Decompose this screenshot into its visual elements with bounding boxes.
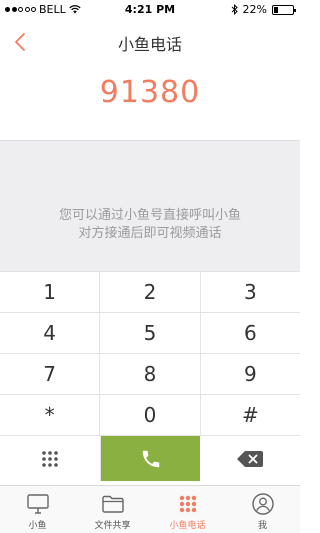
tab-xiaoyu[interactable]: 小鱼 xyxy=(0,486,75,533)
battery-level xyxy=(274,6,278,13)
folder-icon xyxy=(101,495,124,513)
backspace-icon xyxy=(237,450,264,467)
key-2[interactable]: 2 xyxy=(100,272,201,312)
key-6[interactable]: 6 xyxy=(201,313,300,353)
tab-xiaoyu-phone[interactable]: 小鱼电话 xyxy=(150,486,225,533)
key-0[interactable]: 0 xyxy=(100,395,201,435)
key-1[interactable]: 1 xyxy=(0,272,101,312)
battery-icon xyxy=(272,4,296,15)
key-4[interactable]: 4 xyxy=(0,313,101,353)
tab-file-share[interactable]: 文件共享 xyxy=(75,486,150,533)
dialpad-grid-icon xyxy=(179,495,196,513)
key-8[interactable]: 8 xyxy=(100,354,201,394)
keypad-row-2: 4 5 6 xyxy=(0,313,300,354)
phone-call-icon xyxy=(142,450,159,467)
hint-area: 您可以通过小鱼号直接呼叫小鱼 对方接通后即可视频通话 xyxy=(0,140,300,271)
user-icon xyxy=(251,493,274,515)
call-button[interactable] xyxy=(100,436,201,481)
tab-me[interactable]: 我 xyxy=(225,486,300,533)
bluetooth-icon xyxy=(231,4,238,15)
key-7[interactable]: 7 xyxy=(0,354,101,394)
backspace-button[interactable] xyxy=(200,436,301,481)
key-hash[interactable]: # xyxy=(201,395,300,435)
key-3[interactable]: 3 xyxy=(201,272,300,312)
tab-label: 小鱼 xyxy=(28,521,47,531)
battery-percent: 22% xyxy=(242,3,267,16)
dialpad-grid-icon xyxy=(42,450,58,467)
status-bar: BELL 4:21 PM 22% xyxy=(0,0,300,20)
hint-line-1: 您可以通过小鱼号直接呼叫小鱼 xyxy=(58,208,241,223)
monitor-icon xyxy=(26,494,49,514)
dialed-number: 91380 xyxy=(99,75,201,110)
tab-label: 我 xyxy=(257,521,267,531)
keypad-row-3: 7 8 9 xyxy=(0,354,300,395)
key-9[interactable]: 9 xyxy=(201,354,300,394)
keypad-row-4: * 0 # xyxy=(0,395,300,436)
nav-bar: 小鱼电话 xyxy=(0,20,300,64)
tab-label: 文件共享 xyxy=(94,521,131,531)
status-right: 22% xyxy=(231,3,296,16)
keypad-row-1: 1 2 3 xyxy=(0,272,300,313)
tab-bar: 小鱼 文件共享 小鱼电话 我 xyxy=(0,485,300,533)
key-5[interactable]: 5 xyxy=(100,313,201,353)
hint-text: 您可以通过小鱼号直接呼叫小鱼 对方接通后即可视频通话 xyxy=(0,207,300,243)
keypad-action-row xyxy=(0,436,301,481)
keypad: 1 2 3 4 5 6 7 8 9 * 0 # xyxy=(0,271,301,483)
tab-label: 小鱼电话 xyxy=(169,521,206,531)
key-star[interactable]: * xyxy=(0,395,101,435)
dialpad-toggle-button[interactable] xyxy=(0,436,101,481)
page-title: 小鱼电话 xyxy=(117,35,182,54)
hint-line-2: 对方接通后即可视频通话 xyxy=(78,226,222,241)
